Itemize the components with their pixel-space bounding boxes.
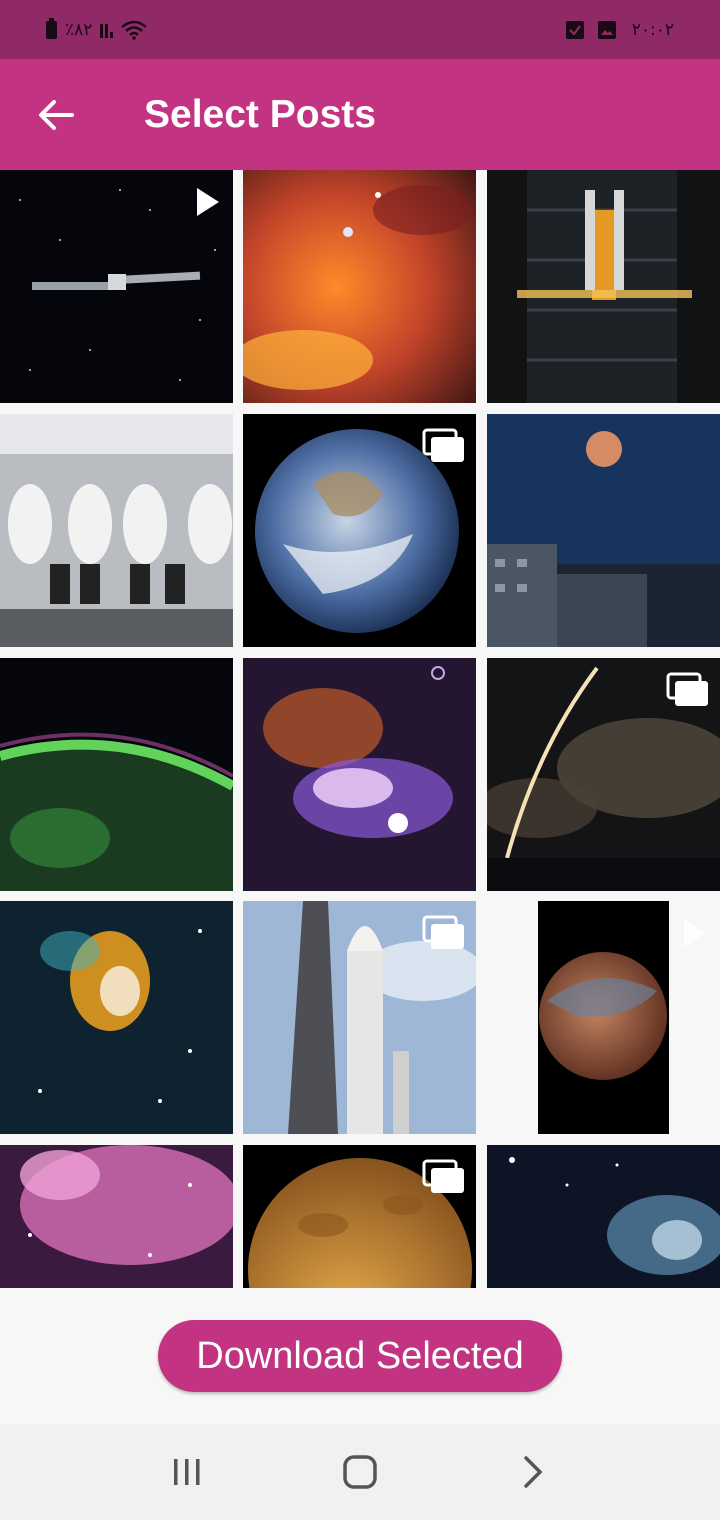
- post-tile[interactable]: [0, 658, 233, 891]
- battery-icon: [46, 17, 57, 39]
- post-tile[interactable]: [487, 414, 720, 647]
- post-tile[interactable]: [243, 658, 476, 891]
- checkbox-notification-icon: [565, 20, 584, 39]
- posts-grid: [0, 170, 720, 1288]
- status-bar: ٪۸۲ ۲۰:۰۲: [0, 0, 720, 59]
- post-tile[interactable]: [243, 1145, 476, 1288]
- rocket-building-thumbnail: [487, 170, 720, 403]
- home-icon: [343, 1455, 377, 1489]
- post-tile[interactable]: [243, 170, 476, 403]
- aurora-thumbnail: [0, 658, 233, 891]
- download-selected-button[interactable]: Download Selected: [158, 1320, 562, 1392]
- post-tile[interactable]: [487, 1145, 720, 1288]
- signal-icon: [100, 22, 114, 38]
- arrow-left-icon: [39, 99, 74, 130]
- bottom-action-area: Download Selected: [0, 1288, 720, 1424]
- post-tile[interactable]: [243, 901, 476, 1134]
- home-button[interactable]: [330, 1442, 390, 1502]
- astronauts-thumbnail: [0, 414, 233, 647]
- app-bar: Select Posts: [0, 59, 720, 170]
- gallery-icon: [666, 672, 708, 706]
- post-tile[interactable]: [487, 170, 720, 403]
- pink-nebula-thumbnail: [0, 1145, 233, 1288]
- chevron-right-icon: [524, 1456, 543, 1488]
- play-icon: [684, 919, 706, 947]
- play-icon: [197, 188, 219, 216]
- gallery-icon: [422, 1159, 464, 1193]
- post-tile[interactable]: [0, 170, 233, 403]
- post-tile[interactable]: [0, 1145, 233, 1288]
- gallery-icon: [422, 428, 464, 462]
- nebula-thumbnail: [243, 170, 476, 403]
- image-notification-icon: [597, 20, 616, 39]
- post-tile[interactable]: [0, 901, 233, 1134]
- system-nav-bar: [0, 1424, 720, 1520]
- page-title: Select Posts: [144, 92, 376, 136]
- recents-button[interactable]: [157, 1442, 217, 1502]
- post-tile[interactable]: [487, 901, 720, 1134]
- recents-icon: [173, 1459, 200, 1485]
- post-tile[interactable]: [487, 658, 720, 891]
- galactic-center-thumbnail: [243, 658, 476, 891]
- supernova-thumbnail: [0, 901, 233, 1134]
- post-tile[interactable]: [243, 414, 476, 647]
- battery-text: ٪۸۲: [65, 19, 93, 40]
- post-tile[interactable]: [0, 414, 233, 647]
- status-left: ٪۸۲: [46, 17, 148, 40]
- gallery-icon: [422, 915, 464, 949]
- blue-nebula-thumbnail: [487, 1145, 720, 1288]
- clock: ۲۰:۰۲: [631, 19, 674, 40]
- wifi-icon: [121, 20, 148, 40]
- system-back-button[interactable]: [503, 1442, 563, 1502]
- back-button[interactable]: [0, 59, 112, 170]
- moon-city-thumbnail: [487, 414, 720, 647]
- status-right: ۲۰:۰۲: [565, 19, 674, 40]
